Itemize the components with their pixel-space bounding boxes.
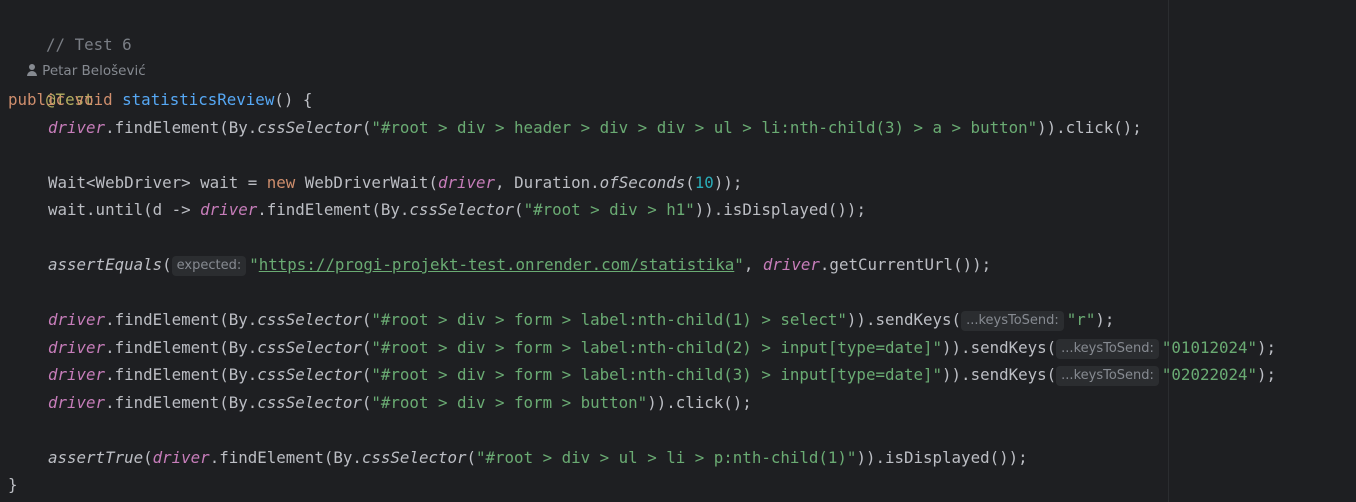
code-line-comment[interactable]: // Test 6 [8,4,132,54]
driver-field: driver [152,448,210,467]
keyword-void: void [74,90,113,109]
code-token: .findElement(By. [105,118,258,137]
code-token: .findElement(By. [105,310,258,329]
code-token: ( [361,393,372,412]
code-line-annotation[interactable]: @Test [8,59,94,109]
code-token: cssSelector [257,338,362,357]
code-token: )).isDisplayed()); [694,200,866,219]
code-token: ( [162,255,172,274]
driver-field: driver [762,255,820,274]
code-token: .findElement(By. [105,365,258,384]
code-line-closing-brace[interactable]: } [8,471,18,498]
code-token: , Duration. [495,173,600,192]
code-token: cssSelector [409,200,515,219]
code-token: cssSelector [257,118,362,137]
code-line-wait-until[interactable]: wait.until(d -> driver.findElement(By.cs… [48,196,866,223]
closing-brace: } [8,475,18,494]
driver-field: driver [48,118,106,137]
code-token: cssSelector [257,310,362,329]
author-inlay[interactable]: Petar Belošević [10,31,146,79]
code-token: .findElement(By. [209,448,362,467]
code-token: ofSeconds [599,173,686,192]
driver-field: driver [48,365,106,384]
code-token: wait.until(d -> [48,200,201,219]
code-token: WebDriverWait( [295,173,438,192]
code-line-date-from-send-keys[interactable]: driver.findElement(By.cssSelector("#root… [48,334,1276,361]
code-token: ( [143,448,153,467]
driver-field: driver [200,200,258,219]
string-literal: "#root > div > form > label:nth-child(2)… [371,338,943,357]
code-token: )).sendKeys( [942,338,1057,357]
driver-field: driver [48,338,106,357]
code-line-click-nav-button[interactable]: driver.findElement(By.cssSelector("#root… [48,114,1142,141]
string-literal: "r" [1066,310,1096,329]
right-margin-guide [1168,0,1169,502]
code-token: ( [514,200,524,219]
code-editor[interactable]: // Test 6 Petar Belošević @Test public v… [0,0,1356,502]
code-line-assert-true[interactable]: assertTrue(driver.findElement(By.cssSele… [48,444,1028,471]
string-literal: "02022024" [1161,365,1258,384]
driver-field: driver [48,393,106,412]
string-literal: "#root > div > ul > li > p:nth-child(1)" [476,448,857,467]
string-literal: "#root > div > h1" [523,200,695,219]
code-token: ); [1095,310,1115,329]
code-token: ( [466,448,477,467]
string-literal: "#root > div > form > label:nth-child(3)… [371,365,943,384]
keyword-public: public [8,90,66,109]
code-token: ( [361,338,372,357]
code-token: ( [685,173,695,192]
code-token: .findElement(By. [105,393,258,412]
code-token: ( [361,365,372,384]
code-token: cssSelector [257,365,362,384]
code-line-date-to-send-keys[interactable]: driver.findElement(By.cssSelector("#root… [48,361,1276,388]
code-line-select-send-keys[interactable]: driver.findElement(By.cssSelector("#root… [48,306,1114,333]
parameter-hint-keys-to-send: ...keysToSend: [1056,339,1159,359]
code-token: )).click(); [1037,118,1142,137]
string-literal: "01012024" [1161,338,1258,357]
code-token: ); [1257,365,1277,384]
code-token: ( [361,310,372,329]
string-literal: "#root > div > form > label:nth-child(1)… [371,310,847,329]
code-token: )).sendKeys( [846,310,962,329]
code-token: )).isDisplayed()); [856,448,1028,467]
parameter-hint-keys-to-send: ...keysToSend: [1056,366,1159,386]
method-name: statisticsReview [122,90,275,109]
code-token: , [743,255,763,274]
code-token: assertTrue [48,448,144,467]
code-token: cssSelector [361,448,467,467]
code-token: assertEquals [48,255,163,274]
code-line-method-signature[interactable]: public void statisticsReview() { [8,86,312,113]
code-token: ); [1257,338,1277,357]
code-token: cssSelector [257,393,362,412]
string-literal: "#root > div > form > button" [371,393,648,412]
number-literal: 10 [694,173,714,192]
driver-field: driver [48,310,106,329]
code-token: )).sendKeys( [942,365,1057,384]
string-literal: " [734,255,744,274]
string-literal: "#root > div > header > div > div > ul >… [371,118,1038,137]
parameter-hint-expected: expected: [171,256,247,276]
code-line-wait-declaration[interactable]: Wait<WebDriver> wait = new WebDriverWait… [48,169,742,196]
code-token: .getCurrentUrl()); [819,255,992,274]
code-line-form-button-click[interactable]: driver.findElement(By.cssSelector("#root… [48,389,752,416]
keyword-new: new [266,173,296,192]
parameter-hint-keys-to-send: ...keysToSend: [961,311,1064,331]
code-token: ( [361,118,372,137]
string-literal: " [249,255,259,274]
driver-field: driver [437,173,496,192]
code-token: )); [713,173,743,192]
code-token: .findElement(By. [257,200,410,219]
code-line-assert-equals[interactable]: assertEquals(expected: "https://progi-pro… [48,251,991,278]
code-token: )).click(); [647,393,752,412]
url-link[interactable]: https://progi-projekt-test.onrender.com/… [259,255,735,274]
method-signature-rest: () { [274,90,313,109]
code-token: Wait<WebDriver> wait = [48,173,267,192]
code-token: .findElement(By. [105,338,258,357]
